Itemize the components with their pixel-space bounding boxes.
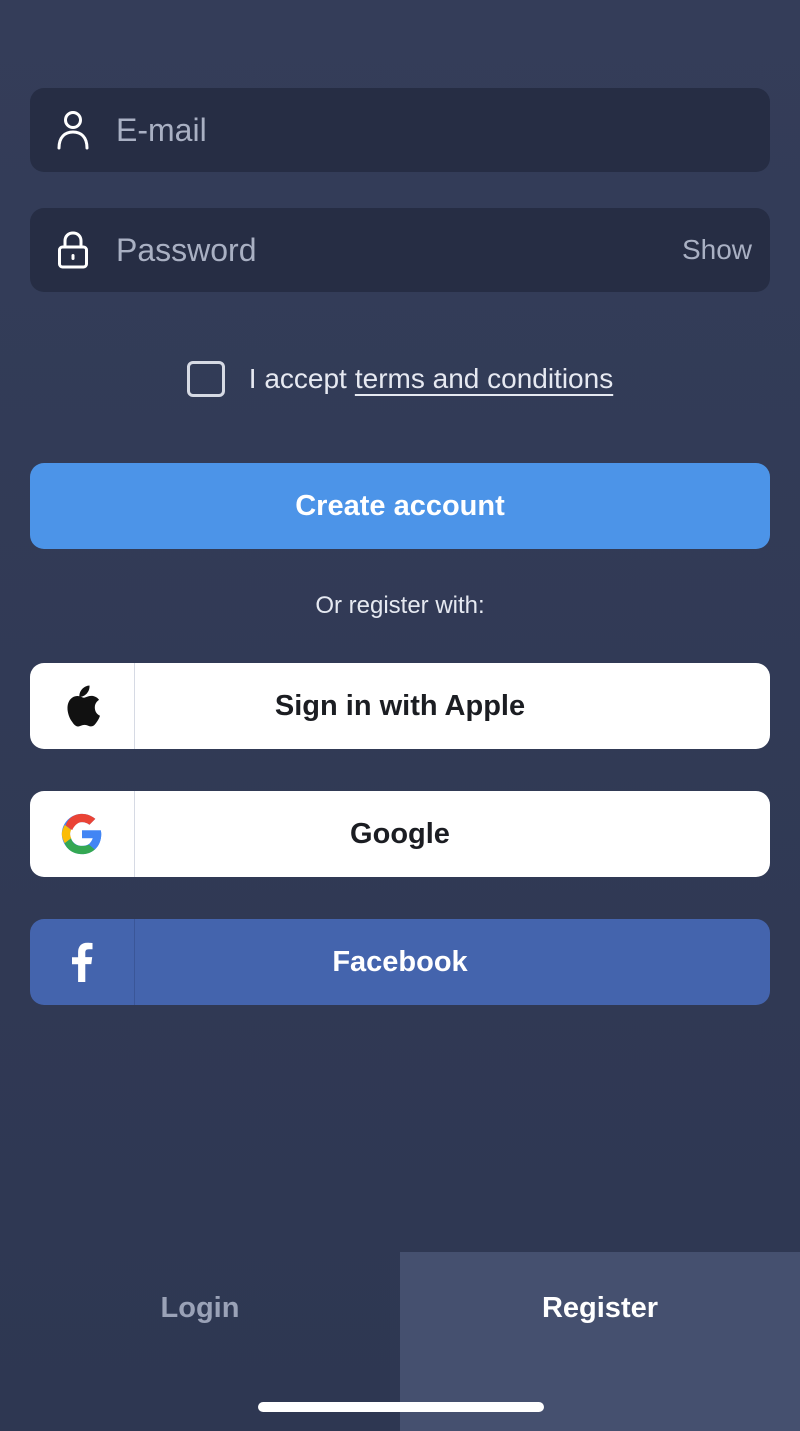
- google-signin-label: Google: [350, 817, 450, 850]
- google-signin-button[interactable]: Google: [30, 791, 770, 877]
- facebook-signin-label: Facebook: [332, 945, 468, 978]
- show-password-toggle[interactable]: Show: [682, 208, 752, 292]
- email-field[interactable]: [30, 88, 770, 172]
- password-field[interactable]: Show: [30, 208, 770, 292]
- apple-icon: [30, 663, 135, 749]
- password-input[interactable]: [116, 208, 770, 292]
- apple-signin-label: Sign in with Apple: [274, 689, 526, 722]
- home-indicator: [258, 1402, 544, 1412]
- social-heading: Or register with:: [315, 592, 485, 619]
- terms-checkbox[interactable]: [186, 361, 225, 397]
- terms-link[interactable]: terms and conditions: [355, 363, 613, 395]
- terms-prefix: I accept: [248, 363, 347, 394]
- facebook-icon: [30, 919, 135, 1005]
- email-input[interactable]: [116, 88, 770, 172]
- create-account-button[interactable]: Create account: [30, 463, 770, 549]
- facebook-signin-button[interactable]: Facebook: [30, 919, 770, 1005]
- google-icon: [30, 791, 135, 877]
- user-icon: [30, 88, 116, 172]
- terms-row: I accept terms and conditions: [0, 358, 800, 400]
- lock-icon: [30, 208, 116, 292]
- apple-signin-button[interactable]: Sign in with Apple: [30, 663, 770, 749]
